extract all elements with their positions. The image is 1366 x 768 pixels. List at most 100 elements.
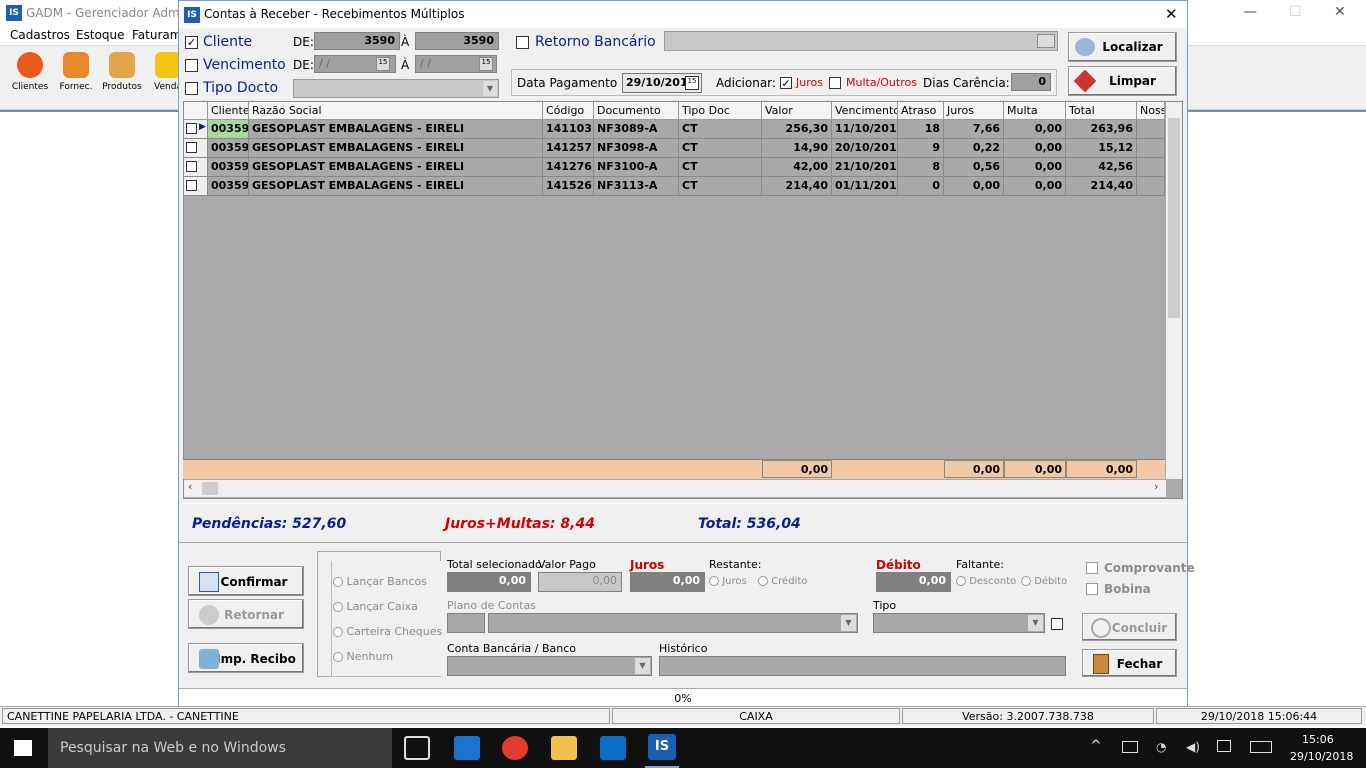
toolbar-fornec-button[interactable]: Fornec.	[55, 52, 97, 92]
tipo-checkbox[interactable]	[1051, 618, 1063, 630]
juros-pay-input[interactable]: 0,00	[630, 572, 705, 592]
grid-cell[interactable]: NF3113-A	[594, 177, 679, 196]
cliente-de-input[interactable]: 3590	[314, 32, 400, 50]
cliente-ate-input[interactable]: 3590	[415, 32, 499, 50]
grid-cell[interactable]: GESOPLAST EMBALAGENS - EIRELI	[249, 177, 543, 196]
grid-cell[interactable]: 42,00	[762, 158, 832, 177]
grid-cell[interactable]: 141276	[543, 158, 594, 177]
grid-header-vencimento[interactable]: Vencimento	[832, 102, 898, 120]
radio-lancar-bancos[interactable]: Lançar Bancos	[333, 575, 427, 588]
row-select-checkbox[interactable]	[184, 139, 208, 158]
grid-cell[interactable]: 0,00	[1004, 158, 1066, 177]
comprovante-checkbox[interactable]	[1086, 562, 1098, 574]
keyboard-icon[interactable]	[1250, 741, 1272, 753]
grid-cell-nosso[interactable]	[1137, 158, 1165, 177]
grid-cell[interactable]: GESOPLAST EMBALAGENS - EIRELI	[249, 158, 543, 177]
grid-cell[interactable]: NF3100-A	[594, 158, 679, 177]
conta-bancaria-select[interactable]: ▼	[447, 656, 652, 676]
grid-cell[interactable]: 0	[898, 177, 944, 196]
grid-cell[interactable]: 003590	[208, 177, 249, 196]
grid-header-razao[interactable]: Razão Social	[249, 102, 543, 120]
grid-cell-nosso[interactable]	[1137, 120, 1165, 139]
grid-cell[interactable]: 0,22	[944, 139, 1004, 158]
calendar-icon[interactable]: 15	[376, 57, 390, 71]
grid-cell[interactable]: 20/10/2018	[832, 139, 898, 158]
bobina-checkbox[interactable]	[1086, 583, 1098, 595]
confirmar-button[interactable]: Confirmar	[188, 566, 304, 596]
grid-cell[interactable]: GESOPLAST EMBALAGENS - EIRELI	[249, 120, 543, 139]
vertical-scrollbar[interactable]	[1166, 102, 1182, 479]
grid-header-documento[interactable]: Documento	[594, 102, 679, 120]
grid-header-valor[interactable]: Valor	[762, 102, 832, 120]
grid-cell-nosso[interactable]	[1137, 177, 1165, 196]
grid-cell[interactable]: 15,12	[1066, 139, 1137, 158]
grid-cell[interactable]: 0,00	[944, 177, 1004, 196]
grid-header-tipodoc[interactable]: Tipo Doc	[679, 102, 762, 120]
tipo-docto-select[interactable]: ▼	[293, 79, 499, 98]
valor-pago-input[interactable]: 0,00	[538, 572, 622, 592]
tipo-select[interactable]: ▼	[873, 613, 1045, 633]
grid-cell[interactable]: 21/10/2018	[832, 158, 898, 177]
gadm-taskbar-icon[interactable]: IS	[648, 734, 676, 760]
grid-cell[interactable]: 141257	[543, 139, 594, 158]
grid-cell[interactable]: 9	[898, 139, 944, 158]
vencimento-checkbox[interactable]	[185, 59, 198, 72]
grid-cell[interactable]: 214,40	[1066, 177, 1137, 196]
faltante-desconto-radio[interactable]: Desconto	[956, 576, 1016, 587]
clock-time[interactable]: 15:06	[1302, 733, 1334, 746]
row-checkbox[interactable]	[186, 180, 197, 191]
toolbar-produtos-button[interactable]: Produtos	[101, 52, 143, 92]
row-checkbox[interactable]	[186, 161, 197, 172]
grid-cell-nosso[interactable]	[1137, 139, 1165, 158]
row-select-checkbox[interactable]: ▶	[184, 120, 208, 139]
close-dialog-icon[interactable]: ✕	[1165, 5, 1178, 23]
toolbar-clientes-button[interactable]: Clientes	[9, 52, 51, 92]
grid-cell[interactable]: 42,56	[1066, 158, 1137, 177]
grid-cell[interactable]: 18	[898, 120, 944, 139]
tipo-docto-checkbox[interactable]	[185, 82, 198, 95]
folder-icon[interactable]	[1037, 34, 1055, 48]
horizontal-scrollbar[interactable]: ‹ ›	[184, 480, 1166, 497]
calendar-icon[interactable]: 15	[685, 76, 699, 90]
localizar-button[interactable]: Localizar	[1068, 32, 1177, 62]
grid-cell[interactable]: CT	[679, 177, 762, 196]
grid-header-juros[interactable]: Juros	[944, 102, 1004, 120]
grid-cell[interactable]: 0,56	[944, 158, 1004, 177]
plano-codigo-input[interactable]	[447, 613, 485, 633]
maximize-icon[interactable]: ☐	[1289, 4, 1302, 20]
limpar-button[interactable]: Limpar	[1068, 66, 1177, 96]
grid-cell[interactable]: 11/10/2018	[832, 120, 898, 139]
chevron-up-icon[interactable]: ^	[1090, 738, 1102, 754]
concluir-button[interactable]: Concluir	[1082, 613, 1177, 641]
radio-carteira-cheques[interactable]: Carteira Cheques	[333, 625, 442, 638]
retornar-button[interactable]: Retornar	[188, 599, 304, 629]
taskbar-search[interactable]: Pesquisar na Web e no Windows	[48, 728, 392, 768]
calendar-icon[interactable]: 15	[479, 57, 493, 71]
battery-icon[interactable]	[1122, 741, 1138, 753]
grid-cell[interactable]: 01/11/2018	[832, 177, 898, 196]
scrollbar-thumb[interactable]	[1168, 118, 1180, 318]
imp-recibo-button[interactable]: Imp. Recibo	[188, 643, 304, 673]
juros-checkbox[interactable]: ✓	[780, 77, 792, 89]
grid-cell[interactable]: NF3089-A	[594, 120, 679, 139]
row-checkbox[interactable]	[186, 123, 197, 134]
message-icon[interactable]	[1217, 740, 1231, 752]
grid-cell[interactable]: 0,00	[1004, 120, 1066, 139]
grid-cell[interactable]: GESOPLAST EMBALAGENS - EIRELI	[249, 139, 543, 158]
grid-cell[interactable]: 003590	[208, 158, 249, 177]
grid-header-total[interactable]: Total	[1066, 102, 1137, 120]
grid-header-atraso[interactable]: Atraso	[898, 102, 944, 120]
scroll-left-icon[interactable]: ‹	[188, 480, 192, 493]
close-app-icon[interactable]: ✕	[1334, 4, 1346, 20]
grid-cell[interactable]: NF3098-A	[594, 139, 679, 158]
radio-lancar-caixa[interactable]: Lançar Caixa	[333, 600, 418, 613]
file-explorer-icon[interactable]	[551, 736, 577, 760]
grid-header-multa[interactable]: Multa	[1004, 102, 1066, 120]
grid-cell[interactable]: 0,00	[1004, 139, 1066, 158]
minimize-icon[interactable]: —	[1243, 4, 1257, 20]
row-select-checkbox[interactable]	[184, 177, 208, 196]
grid-header-codigo[interactable]: Código	[543, 102, 594, 120]
menu-estoque[interactable]: Estoque	[76, 28, 125, 42]
cliente-checkbox[interactable]: ✓	[185, 36, 198, 49]
grid-cell[interactable]: CT	[679, 120, 762, 139]
